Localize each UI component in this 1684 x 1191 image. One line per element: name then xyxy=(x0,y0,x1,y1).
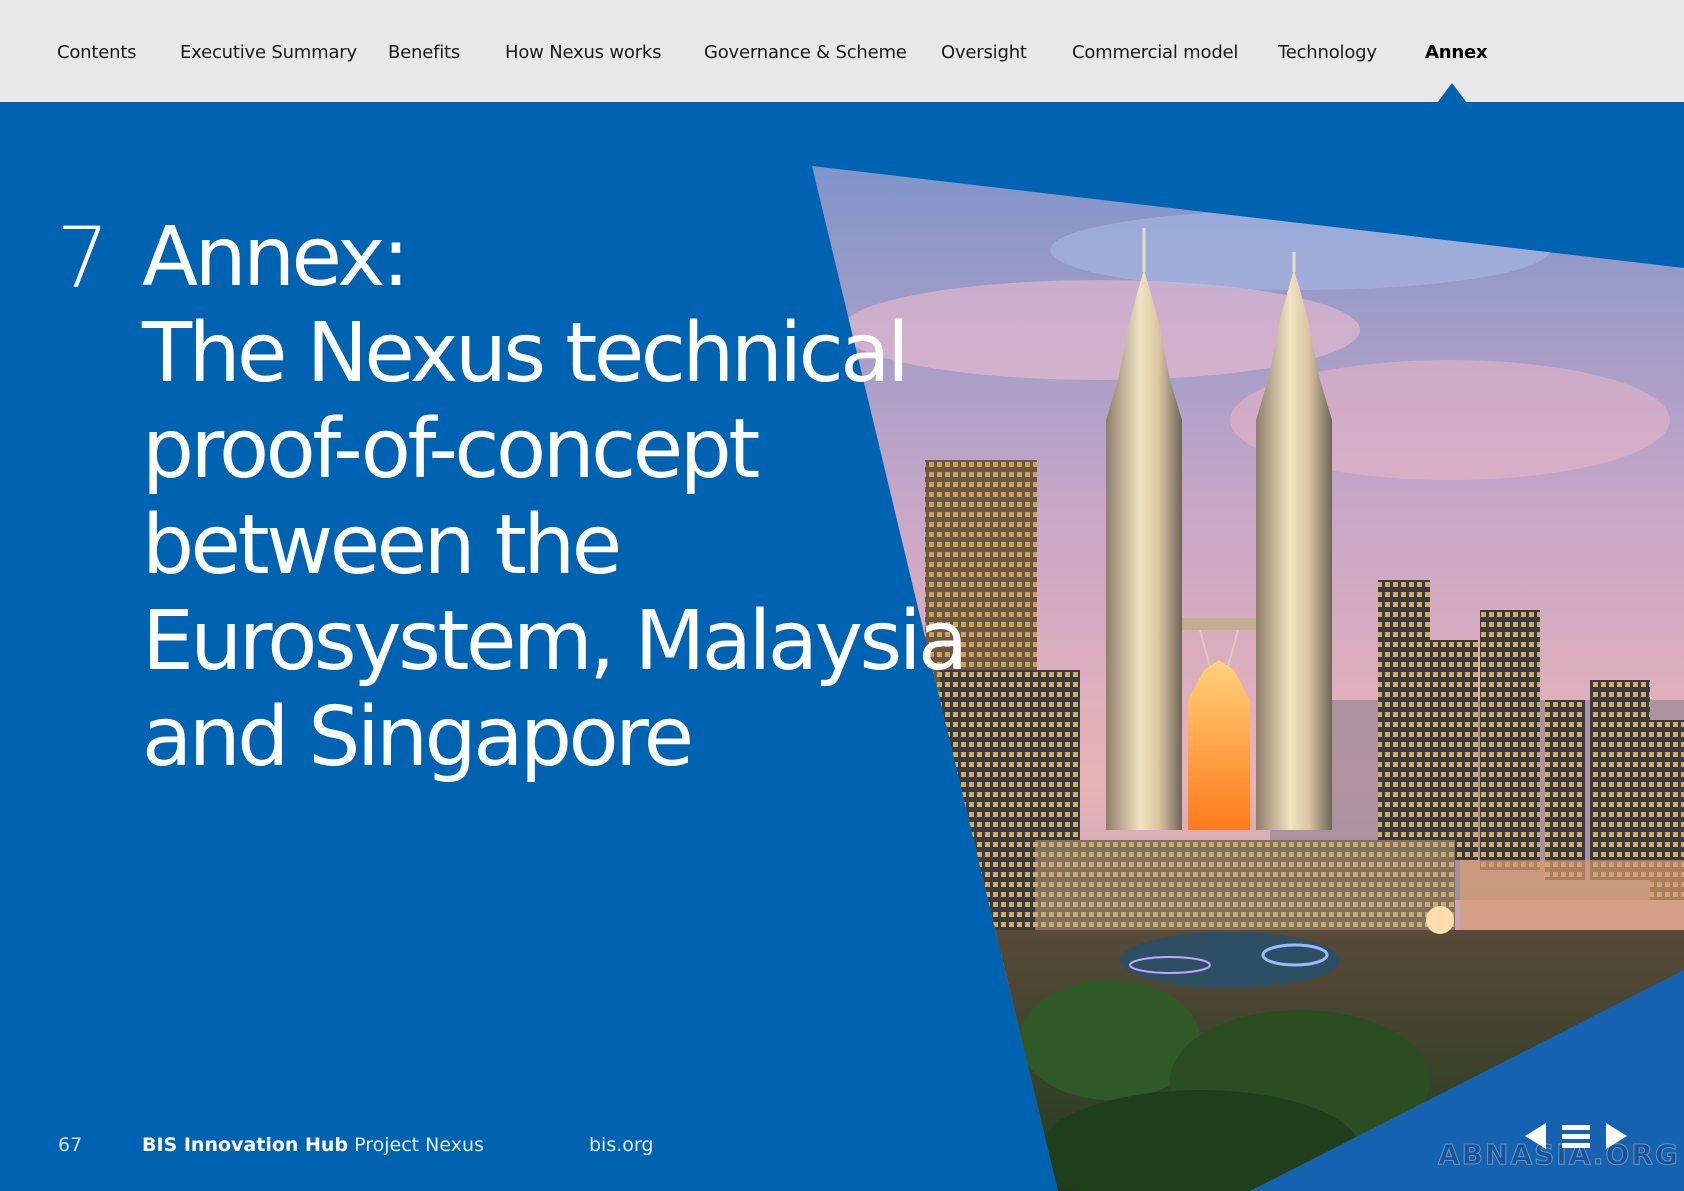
nav-item-executive-summary[interactable]: Executive Summary xyxy=(180,42,357,63)
page-number: 67 xyxy=(58,1134,83,1156)
section-title-line: Eurosystem, Malaysia xyxy=(142,594,968,689)
section-number: 7 xyxy=(56,209,109,307)
nav-item-governance-scheme[interactable]: Governance & Scheme xyxy=(704,42,907,63)
section-title-line: between the xyxy=(142,498,622,593)
footer-brand: BIS Innovation Hub Project Nexus xyxy=(142,1134,484,1156)
nav-item-how-nexus-works[interactable]: How Nexus works xyxy=(505,42,662,63)
nav-item-benefits[interactable]: Benefits xyxy=(388,42,460,63)
active-section-marker xyxy=(1437,83,1467,103)
nav-item-annex[interactable]: Annex xyxy=(1425,42,1488,63)
menu-icon[interactable] xyxy=(1560,1120,1592,1152)
section-title-line: Annex: xyxy=(142,210,410,305)
page-navigation-controls xyxy=(1522,1120,1632,1156)
footer-website-link[interactable]: bis.org xyxy=(589,1134,653,1156)
section-title-line: and Singapore xyxy=(142,690,694,785)
next-page-icon[interactable] xyxy=(1602,1120,1630,1152)
nav-item-contents[interactable]: Contents xyxy=(57,42,137,63)
top-navigation: Contents Executive Summary Benefits How … xyxy=(0,0,1684,103)
section-title-line: proof-of-concept xyxy=(142,402,760,497)
nav-item-oversight[interactable]: Oversight xyxy=(941,42,1027,63)
nav-item-technology[interactable]: Technology xyxy=(1278,42,1377,63)
section-title: Annex: The Nexus technical proof-of-conc… xyxy=(142,210,968,786)
nav-item-commercial-model[interactable]: Commercial model xyxy=(1072,42,1238,63)
footer-project-name: Project Nexus xyxy=(354,1134,484,1156)
footer-brand-name: BIS Innovation Hub xyxy=(142,1134,349,1156)
section-title-line: The Nexus technical xyxy=(142,306,910,401)
previous-page-icon[interactable] xyxy=(1522,1120,1550,1152)
